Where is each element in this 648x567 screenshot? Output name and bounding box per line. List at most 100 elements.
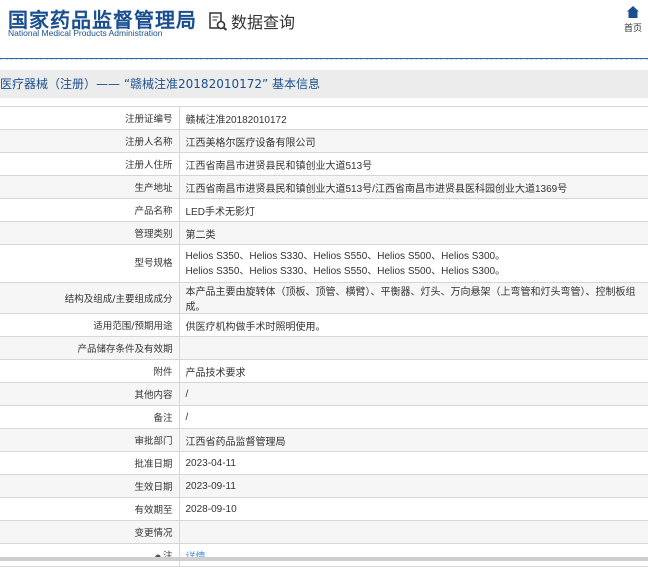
table-row: 变更情况 bbox=[0, 520, 648, 544]
row-label-text: 生产地址 bbox=[134, 183, 173, 194]
row-label: 变更情况 bbox=[0, 520, 180, 544]
table-row: 产品名称 LED手术无影灯 bbox=[0, 198, 648, 222]
row-value-text: 2028-09-10 bbox=[185, 503, 237, 515]
row-label: 备注 bbox=[0, 405, 180, 429]
row-value-text: 供医疗机构做手术时照明使用。 bbox=[185, 321, 326, 333]
row-label-text: 变更情况 bbox=[134, 528, 173, 539]
row-value: LED手术无影灯 bbox=[179, 198, 648, 222]
row-label-text: 产品储存条件及有效期 bbox=[77, 344, 173, 355]
row-value-text: 江西省南昌市进贤县民和镇创业大道513号 bbox=[185, 160, 373, 172]
table-row: 附件 产品技术要求 bbox=[0, 359, 648, 383]
data-query-label: 数据查询 bbox=[231, 13, 296, 32]
row-value-text: Helios S350、Helios S330、Helios S550、Heli… bbox=[185, 265, 506, 277]
home-link[interactable]: 首页 bbox=[624, 6, 642, 34]
table-row: 生效日期 2023-09-11 bbox=[0, 474, 648, 498]
table-row: 生产地址 江西省南昌市进贤县民和镇创业大道513号/江西省南昌市进贤县医科园创业大… bbox=[0, 175, 648, 199]
row-label: 型号规格 bbox=[0, 244, 180, 283]
row-label-text: 产品名称 bbox=[134, 206, 173, 217]
table-row: 审批部门 江西省药品监督管理局 bbox=[0, 428, 648, 452]
row-label-text: 注册证编号 bbox=[124, 114, 173, 125]
row-label: 适用范围/预期用途 bbox=[0, 313, 180, 337]
row-value-text: 本产品主要由旋转体（顶板、顶管、横臂）、平衡器、灯头、万向悬架（上弯管和灯头弯管… bbox=[185, 287, 636, 313]
device-info-table: 注册证编号 赣械注准20182010172 注册人名称 江西美格尔医疗设备有限公司 注册… bbox=[0, 106, 648, 567]
row-value-text: 赣械注准20182010172 bbox=[185, 114, 287, 126]
row-value-text: / bbox=[185, 411, 189, 423]
row-label-text: 其他内容 bbox=[134, 390, 173, 401]
row-label-text: 适用范围/预期用途 bbox=[93, 321, 173, 332]
row-label: 产品储存条件及有效期 bbox=[0, 336, 180, 360]
row-label-text: 生效日期 bbox=[134, 482, 173, 493]
row-value: 供医疗机构做手术时照明使用。 bbox=[179, 313, 648, 337]
row-value: 第二类 bbox=[179, 221, 648, 245]
row-label-text: 附件 bbox=[153, 367, 173, 378]
header-divider bbox=[0, 58, 648, 60]
row-label-text: 备注 bbox=[153, 413, 173, 424]
table-row: ●注详情 bbox=[0, 543, 648, 567]
row-label-text: 结构及组成/主要组成成分 bbox=[64, 294, 173, 305]
row-value: / bbox=[179, 382, 648, 406]
row-value: 江西省南昌市进贤县民和镇创业大道513号 bbox=[179, 152, 648, 176]
row-value: 产品技术要求 bbox=[179, 359, 648, 383]
row-value-text: 第二类 bbox=[185, 229, 216, 241]
bottom-border bbox=[0, 557, 648, 561]
row-value: 本产品主要由旋转体（顶板、顶管、横臂）、平衡器、灯头、万向悬架（上弯管和灯头弯管… bbox=[179, 282, 648, 314]
row-label: 批准日期 bbox=[0, 451, 180, 475]
table-row: 产品储存条件及有效期 bbox=[0, 336, 648, 360]
row-value: 2023-04-11 bbox=[179, 451, 648, 475]
home-icon bbox=[626, 6, 639, 18]
row-label: 生效日期 bbox=[0, 474, 180, 498]
table-row: 批准日期 2023-04-11 bbox=[0, 451, 648, 475]
row-label: 有效期至 bbox=[0, 497, 180, 521]
row-value: Helios S350、Helios S330、Helios S550、Heli… bbox=[179, 244, 648, 283]
page-title: 医疗器械（注册）—— “赣械注准20182010172” 基本信息 bbox=[0, 70, 648, 98]
row-label: 注册证编号 bbox=[0, 106, 180, 130]
table-row: 型号规格 Helios S350、Helios S330、Helios S550、… bbox=[0, 244, 648, 283]
row-label: 产品名称 bbox=[0, 198, 180, 222]
row-value: 赣械注准20182010172 bbox=[179, 106, 648, 130]
row-value-text: 江西省南昌市进贤县民和镇创业大道513号/江西省南昌市进贤县医科园创业大道136… bbox=[185, 183, 568, 195]
row-value-text: 2023-09-11 bbox=[185, 480, 236, 492]
row-value: 2028-09-10 bbox=[179, 497, 648, 521]
table-row: 管理类别 第二类 bbox=[0, 221, 648, 245]
site-logo-en: National Medical Products Administration bbox=[8, 28, 163, 38]
row-label-text: 批准日期 bbox=[134, 459, 173, 470]
row-label: 其他内容 bbox=[0, 382, 180, 406]
row-label: 生产地址 bbox=[0, 175, 180, 199]
site-header: 国家药品监督管理局 National Medical Products Admi… bbox=[0, 0, 648, 58]
table-row: 备注 / bbox=[0, 405, 648, 429]
row-value-text: 江西省药品监督管理局 bbox=[185, 436, 286, 448]
row-value-text: 江西美格尔医疗设备有限公司 bbox=[185, 137, 316, 149]
document-search-icon bbox=[209, 12, 228, 31]
row-label: 注册人住所 bbox=[0, 152, 180, 176]
row-label-text: 注册人名称 bbox=[124, 137, 173, 148]
table-row: 其他内容 / bbox=[0, 382, 648, 406]
row-label-text: 管理类别 bbox=[134, 229, 173, 240]
table-row: 注册人名称 江西美格尔医疗设备有限公司 bbox=[0, 129, 648, 153]
row-label-text: 型号规格 bbox=[134, 258, 173, 269]
row-label: 附件 bbox=[0, 359, 180, 383]
table-row: 有效期至 2028-09-10 bbox=[0, 497, 648, 521]
row-value: / bbox=[179, 405, 648, 429]
row-value-text: 产品技术要求 bbox=[185, 367, 246, 379]
row-label: 注册人名称 bbox=[0, 129, 180, 153]
row-label: 审批部门 bbox=[0, 428, 180, 452]
table-row: 注册证编号 赣械注准20182010172 bbox=[0, 106, 648, 130]
table-row: 结构及组成/主要组成成分 本产品主要由旋转体（顶板、顶管、横臂）、平衡器、灯头、万… bbox=[0, 282, 648, 314]
row-value: 江西省药品监督管理局 bbox=[179, 428, 648, 452]
home-label: 首页 bbox=[623, 24, 642, 34]
row-label: 管理类别 bbox=[0, 221, 180, 245]
row-value bbox=[179, 336, 648, 360]
table-row: 注册人住所 江西省南昌市进贤县民和镇创业大道513号 bbox=[0, 152, 648, 176]
row-label-text: 有效期至 bbox=[134, 505, 173, 516]
row-value-text: LED手术无影灯 bbox=[185, 206, 255, 218]
data-query-heading: 数据查询 bbox=[208, 9, 295, 33]
row-label: 结构及组成/主要组成成分 bbox=[0, 282, 180, 314]
row-value-text: Helios S350、Helios S330、Helios S550、Heli… bbox=[185, 250, 506, 262]
row-label-text: 审批部门 bbox=[134, 436, 173, 447]
table-row: 适用范围/预期用途 供医疗机构做手术时照明使用。 bbox=[0, 313, 648, 337]
row-value: 2023-09-11 bbox=[179, 474, 648, 498]
row-value-text: / bbox=[185, 388, 189, 400]
row-value: 江西美格尔医疗设备有限公司 bbox=[179, 129, 648, 153]
row-value bbox=[179, 520, 648, 544]
row-label: ●注 bbox=[0, 543, 180, 567]
